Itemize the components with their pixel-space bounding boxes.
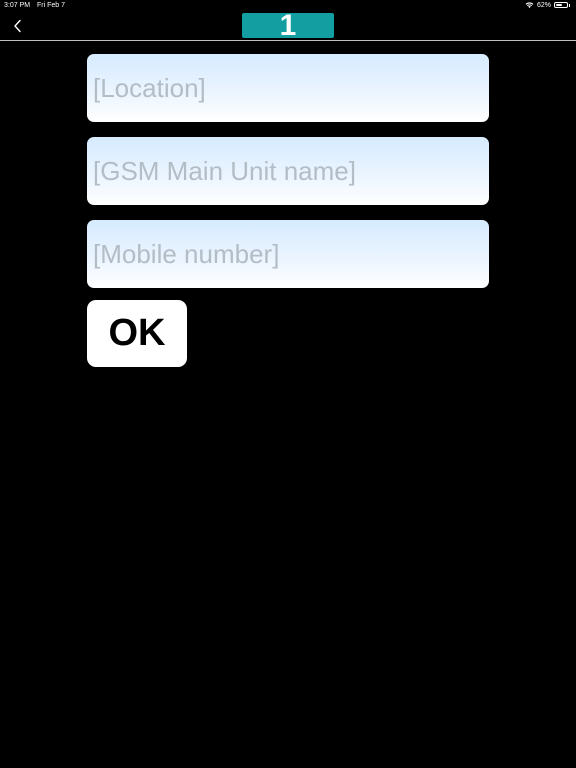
status-time: 3:07 PM xyxy=(4,2,31,9)
battery-fill xyxy=(556,4,562,6)
battery-icon xyxy=(554,2,568,8)
mobile-number-field xyxy=(87,220,489,288)
back-button[interactable] xyxy=(10,17,26,35)
unit-name-field xyxy=(87,137,489,205)
location-input[interactable] xyxy=(91,71,489,105)
screen: 3:07 PM Fri Feb 7 62% 1 [Location] [GSM … xyxy=(0,0,576,768)
mobile-number-input[interactable] xyxy=(91,237,489,271)
location-field xyxy=(87,54,489,122)
ok-button[interactable]: OK xyxy=(87,300,187,367)
nav-title-badge: 1 xyxy=(242,9,334,42)
battery-tip xyxy=(569,3,570,7)
chevron-left-icon xyxy=(14,19,21,33)
nav-bar: 1 xyxy=(0,9,576,42)
nav-title: 1 xyxy=(279,9,297,42)
unit-name-input[interactable] xyxy=(91,154,489,188)
battery-percentage: 62% xyxy=(536,1,551,9)
wifi-icon xyxy=(525,2,534,8)
status-indicators: 62% xyxy=(525,1,570,9)
status-date: Fri Feb 7 xyxy=(37,2,66,9)
